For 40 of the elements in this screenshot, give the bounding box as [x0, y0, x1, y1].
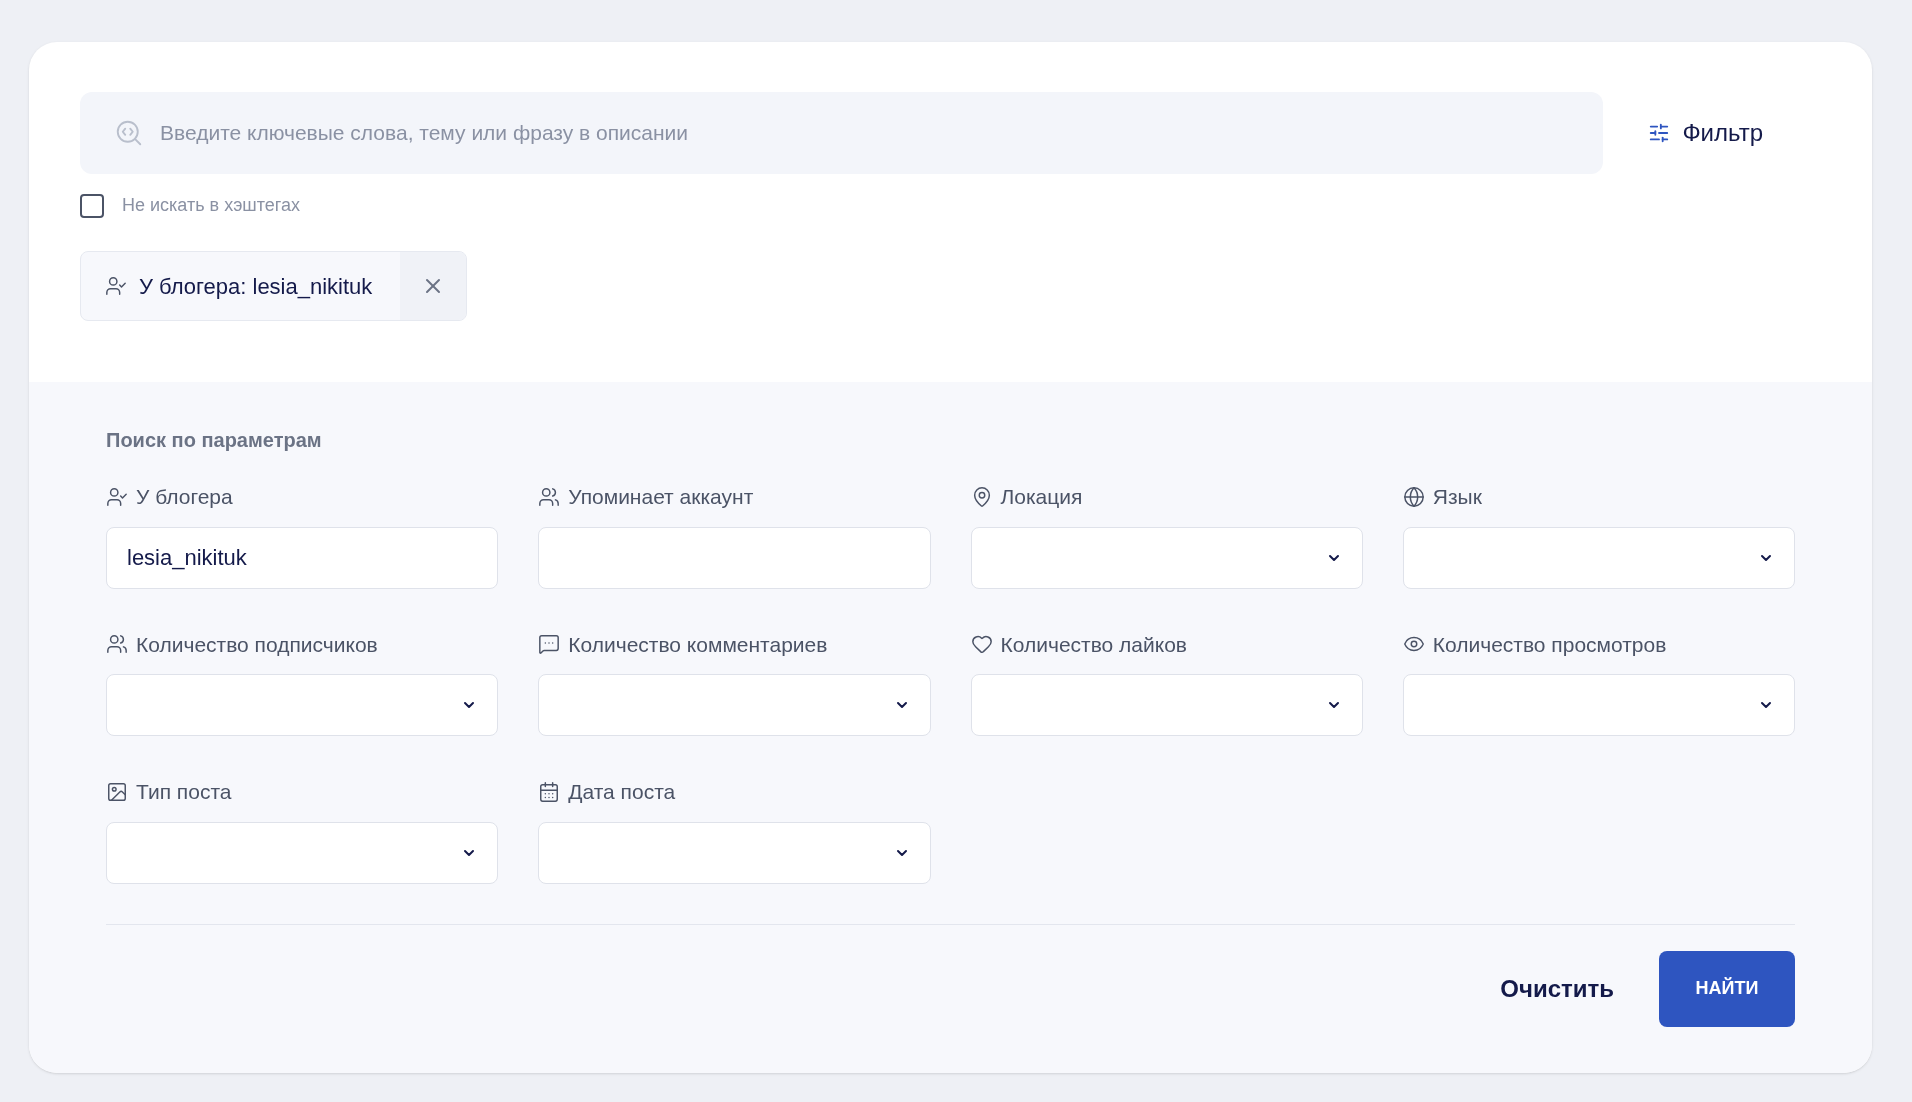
- text-field[interactable]: [538, 526, 931, 589]
- select-field[interactable]: [106, 674, 499, 736]
- field-label: Тип поста: [136, 779, 232, 805]
- users-icon: [538, 485, 561, 508]
- checkbox-label: Не искать в хэштегах: [122, 194, 300, 217]
- field-label: Количество лайков: [1000, 631, 1188, 658]
- section-title: Поиск по параметрам: [106, 428, 323, 453]
- field-label: Язык: [1432, 484, 1482, 510]
- select-field[interactable]: [538, 674, 931, 736]
- remove-chip-button[interactable]: [400, 252, 467, 320]
- select-field[interactable]: [970, 526, 1363, 589]
- users-icon: [106, 633, 128, 656]
- chat-bubble-icon: [538, 633, 561, 656]
- user-check-icon: [105, 275, 127, 297]
- clear-button[interactable]: Очистить: [1500, 970, 1614, 1007]
- field-label: Количество просмотров: [1432, 631, 1667, 658]
- field-label: У блогера: [136, 484, 233, 510]
- calendar-icon: [538, 780, 561, 803]
- field-label: Количество подписчиков: [136, 631, 378, 658]
- field-label: Упоминает аккаунт: [568, 484, 754, 510]
- select-field[interactable]: [106, 821, 499, 884]
- search-icon: [114, 118, 144, 148]
- user-check-icon: [106, 485, 128, 508]
- submit-button[interactable]: НАЙТИ: [1659, 950, 1795, 1027]
- field-label: Локация: [1000, 484, 1083, 510]
- chip-label: У блогера: lesia_nikituk: [139, 272, 373, 301]
- heart-icon: [970, 633, 993, 656]
- globe-icon: [1402, 485, 1425, 508]
- field-label: Дата поста: [568, 779, 676, 805]
- select-field[interactable]: [1402, 674, 1795, 736]
- field-label: Количество комментариев: [568, 631, 828, 658]
- text-field[interactable]: lesia_nikituk: [106, 526, 499, 589]
- sliders-icon: [1648, 122, 1671, 144]
- image-icon: [106, 780, 128, 803]
- search-field[interactable]: Введите ключевые слова, тему или фразу в описании: [80, 92, 1604, 174]
- select-field[interactable]: [538, 821, 931, 884]
- filter-button[interactable]: Фильтр: [1648, 115, 1763, 151]
- select-field[interactable]: [1402, 526, 1795, 589]
- checkbox[interactable]: [80, 193, 104, 218]
- select-field[interactable]: [970, 674, 1363, 736]
